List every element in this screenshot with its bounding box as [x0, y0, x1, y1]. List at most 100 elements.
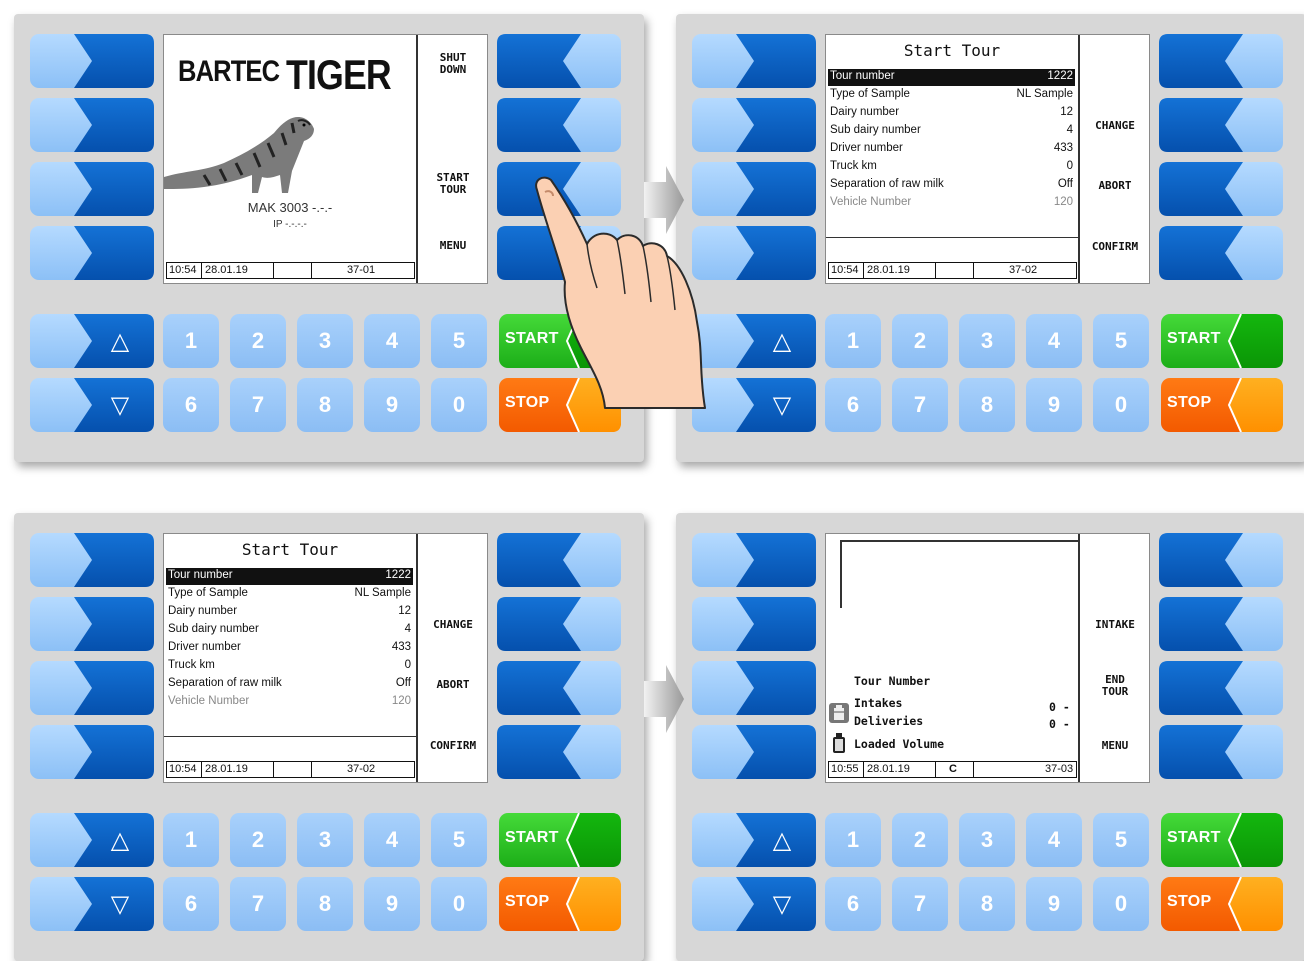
up-arrow-key[interactable]: △ [692, 813, 816, 867]
digit-key-0[interactable]: 0 [1093, 378, 1149, 432]
field-value: 0 [1066, 160, 1073, 172]
start-label: START [1167, 829, 1221, 846]
left-softkey-3[interactable] [692, 661, 816, 715]
field-row[interactable]: Dairy number 12 [166, 604, 413, 621]
start-key[interactable]: START [1161, 813, 1283, 867]
digit-key-9[interactable]: 9 [1026, 877, 1082, 931]
digit-key-1[interactable]: 1 [825, 813, 881, 867]
digit-key-4[interactable]: 4 [1026, 813, 1082, 867]
right-softkey-4[interactable] [497, 725, 621, 779]
start-key[interactable]: START [1161, 314, 1283, 368]
left-softkey-2[interactable] [30, 98, 154, 152]
field-row[interactable]: Separation of raw milk Off [828, 177, 1075, 194]
right-softkey-1[interactable] [497, 533, 621, 587]
digit-key-8[interactable]: 8 [297, 378, 353, 432]
field-row[interactable]: Vehicle Number 120 [166, 694, 413, 711]
digit-key-4[interactable]: 4 [364, 314, 420, 368]
left-softkey-4[interactable] [692, 725, 816, 779]
right-softkey-3[interactable] [1159, 162, 1283, 216]
start-key[interactable]: START [499, 813, 621, 867]
left-softkey-2[interactable] [30, 597, 154, 651]
left-softkey-4[interactable] [30, 725, 154, 779]
digit-key-5[interactable]: 5 [431, 314, 487, 368]
right-softkey-2[interactable] [497, 597, 621, 651]
digit-key-8[interactable]: 8 [297, 877, 353, 931]
stop-key[interactable]: STOP [1161, 877, 1283, 931]
deliveries-value: 0 - [1049, 717, 1070, 731]
digit-key-0[interactable]: 0 [431, 877, 487, 931]
digit-key-2[interactable]: 2 [230, 314, 286, 368]
up-arrow-key[interactable]: △ [30, 314, 154, 368]
digit-key-4[interactable]: 4 [1026, 314, 1082, 368]
right-softkey-1[interactable] [1159, 533, 1283, 587]
right-softkey-4[interactable] [1159, 725, 1283, 779]
digit-key-1[interactable]: 1 [163, 813, 219, 867]
field-row[interactable]: Driver number 433 [166, 640, 413, 657]
field-row[interactable]: Type of Sample NL Sample [166, 586, 413, 603]
right-softkey-1[interactable] [1159, 34, 1283, 88]
digit-key-7[interactable]: 7 [230, 378, 286, 432]
field-row[interactable]: Sub dairy number 4 [166, 622, 413, 639]
digit-key-3[interactable]: 3 [959, 813, 1015, 867]
left-softkey-3[interactable] [30, 162, 154, 216]
right-softkey-3[interactable] [497, 661, 621, 715]
left-softkey-2[interactable] [692, 597, 816, 651]
digit-key-7[interactable]: 7 [892, 877, 948, 931]
left-softkey-1[interactable] [692, 533, 816, 587]
digit-key-7[interactable]: 7 [230, 877, 286, 931]
digit-key-1[interactable]: 1 [825, 314, 881, 368]
field-row[interactable]: Driver number 433 [828, 141, 1075, 158]
field-row[interactable]: Tour number 1222 [166, 568, 413, 585]
left-softkey-1[interactable] [692, 34, 816, 88]
down-arrow-key[interactable]: ▽ [30, 877, 154, 931]
right-softkey-4[interactable] [1159, 226, 1283, 280]
digit-key-8[interactable]: 8 [959, 378, 1015, 432]
left-softkey-4[interactable] [30, 226, 154, 280]
digit-key-2[interactable]: 2 [892, 813, 948, 867]
field-row[interactable]: Type of Sample NL Sample [828, 87, 1075, 104]
digit-key-6[interactable]: 6 [163, 877, 219, 931]
digit-key-5[interactable]: 5 [431, 813, 487, 867]
left-softkey-3[interactable] [30, 661, 154, 715]
field-row[interactable]: Dairy number 12 [828, 105, 1075, 122]
digit-key-6[interactable]: 6 [825, 877, 881, 931]
stop-key[interactable]: STOP [1161, 378, 1283, 432]
stop-key[interactable]: STOP [499, 877, 621, 931]
left-softkey-1[interactable] [30, 34, 154, 88]
digit-key-0[interactable]: 0 [1093, 877, 1149, 931]
digit-key-1[interactable]: 1 [163, 314, 219, 368]
field-row[interactable]: Sub dairy number 4 [828, 123, 1075, 140]
field-row[interactable]: Tour number 1222 [828, 69, 1075, 86]
digit-key-6[interactable]: 6 [163, 378, 219, 432]
right-softkey-2[interactable] [1159, 597, 1283, 651]
digit-key-2[interactable]: 2 [892, 314, 948, 368]
digit-key-9[interactable]: 9 [364, 877, 420, 931]
right-softkey-2[interactable] [1159, 98, 1283, 152]
digit-key-4[interactable]: 4 [364, 813, 420, 867]
field-label: Truck km [830, 160, 877, 172]
digit-key-3[interactable]: 3 [297, 314, 353, 368]
digit-key-6[interactable]: 6 [825, 378, 881, 432]
right-softkey-1[interactable] [497, 34, 621, 88]
digit-key-8[interactable]: 8 [959, 877, 1015, 931]
digit-key-3[interactable]: 3 [297, 813, 353, 867]
left-softkey-2[interactable] [692, 98, 816, 152]
digit-key-5[interactable]: 5 [1093, 813, 1149, 867]
right-softkey-2[interactable] [497, 98, 621, 152]
up-arrow-key[interactable]: △ [30, 813, 154, 867]
digit-key-0[interactable]: 0 [431, 378, 487, 432]
digit-key-9[interactable]: 9 [364, 378, 420, 432]
digit-key-2[interactable]: 2 [230, 813, 286, 867]
field-row[interactable]: Separation of raw milk Off [166, 676, 413, 693]
field-row[interactable]: Truck km 0 [166, 658, 413, 675]
field-row[interactable]: Truck km 0 [828, 159, 1075, 176]
down-arrow-key[interactable]: ▽ [692, 877, 816, 931]
digit-key-3[interactable]: 3 [959, 314, 1015, 368]
digit-key-5[interactable]: 5 [1093, 314, 1149, 368]
left-softkey-1[interactable] [30, 533, 154, 587]
right-softkey-3[interactable] [1159, 661, 1283, 715]
digit-key-9[interactable]: 9 [1026, 378, 1082, 432]
digit-key-7[interactable]: 7 [892, 378, 948, 432]
down-arrow-key[interactable]: ▽ [30, 378, 154, 432]
field-row[interactable]: Vehicle Number 120 [828, 195, 1075, 212]
